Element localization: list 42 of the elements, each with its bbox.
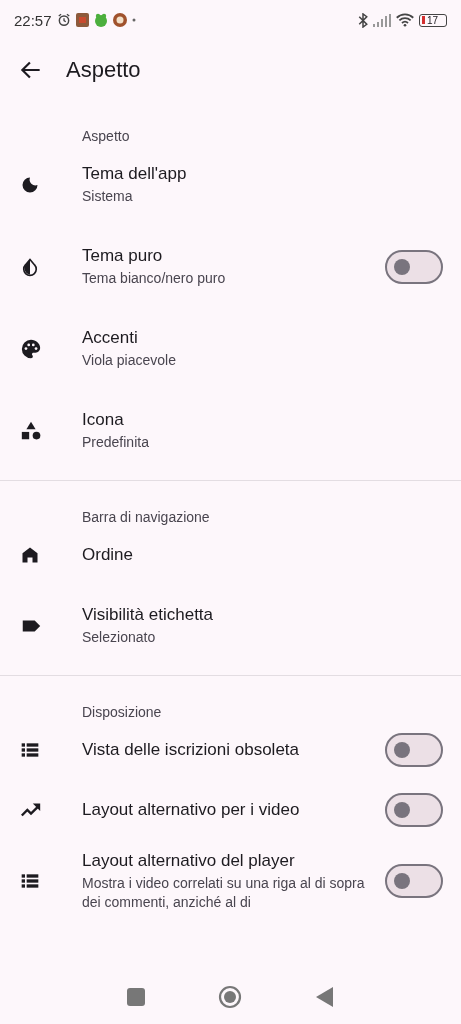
setting-title[interactable]: Vista delle iscrizioni obsoleta	[82, 740, 369, 760]
shapes-icon	[20, 420, 42, 442]
section-header: Aspetto	[82, 128, 130, 144]
battery-indicator: 17	[419, 13, 447, 27]
home-button[interactable]	[218, 985, 243, 1009]
setting-title[interactable]: Ordine	[82, 545, 443, 565]
palette-icon	[20, 338, 42, 360]
section-header: Barra di navigazione	[82, 509, 210, 525]
recents-button[interactable]	[126, 988, 145, 1006]
contrast-drop-icon	[20, 257, 40, 277]
dot-icon	[131, 18, 136, 22]
notification-icon	[93, 13, 108, 27]
wifi-icon	[396, 13, 414, 27]
notification-icon	[75, 13, 89, 27]
home-icon	[20, 545, 40, 565]
toggle-switch[interactable]	[385, 864, 443, 899]
setting-title[interactable]: Visibilità etichetta	[82, 605, 443, 626]
setting-subtitle: Sistema	[82, 187, 134, 206]
setting-title[interactable]: Accenti	[82, 328, 443, 349]
setting-title[interactable]: Icona	[82, 410, 443, 431]
setting-title[interactable]: Tema dell'app	[82, 164, 443, 185]
back-nav-button[interactable]	[316, 987, 335, 1007]
toggle-switch[interactable]	[385, 733, 443, 767]
bluetooth-icon	[358, 12, 368, 28]
setting-subtitle: Selezionato	[82, 628, 157, 647]
signal-icon	[373, 13, 391, 27]
setting-title[interactable]: Layout alternativo del player	[82, 851, 369, 871]
moon-icon	[20, 175, 40, 195]
alarm-icon	[56, 13, 71, 27]
toggle-switch[interactable]	[385, 250, 443, 284]
status-time: 22:57	[14, 11, 52, 29]
toggle-switch[interactable]	[385, 793, 443, 827]
section-header: Disposizione	[82, 704, 162, 720]
page-title: Aspetto	[66, 57, 141, 83]
setting-title[interactable]: Layout alternativo per i video	[82, 800, 369, 820]
list-icon	[20, 740, 40, 760]
setting-subtitle: Mostra i video correlati su una riga al di sopra dei commenti, anziché al di	[82, 874, 366, 912]
notification-icon	[112, 13, 127, 27]
setting-subtitle: Viola piacevole	[82, 351, 177, 370]
setting-subtitle: Tema bianco/nero puro	[82, 269, 227, 288]
setting-title[interactable]: Tema puro	[82, 246, 369, 267]
setting-subtitle: Predefinita	[82, 433, 150, 452]
